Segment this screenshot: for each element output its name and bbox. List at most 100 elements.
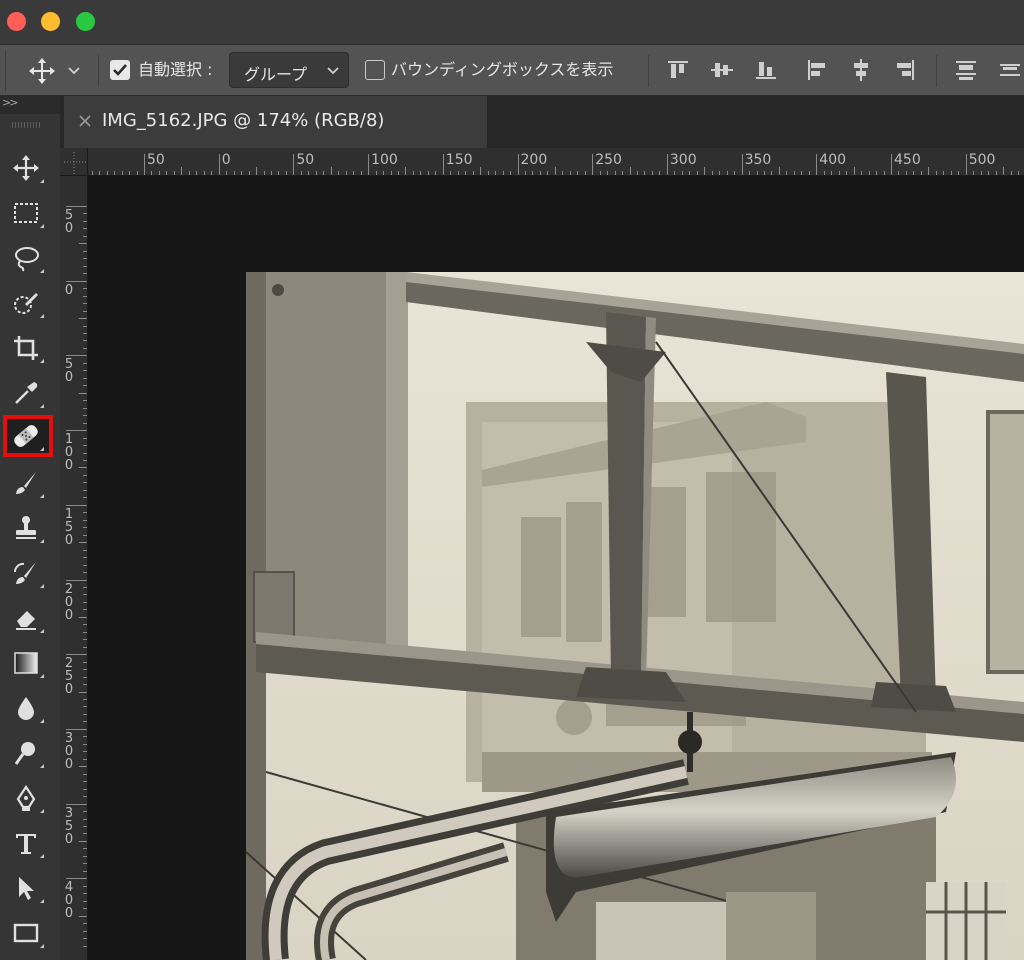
bandage-icon: [14, 425, 38, 447]
move-icon: [13, 155, 39, 181]
ruler-minor-tick: [704, 167, 706, 175]
ruler-v-label: 50: [64, 357, 74, 386]
ruler-major-tick: [66, 430, 87, 432]
ruler-minor-tick: [928, 167, 930, 175]
ruler-v-label: 0: [64, 282, 74, 298]
ruler-origin[interactable]: [60, 148, 88, 176]
ruler-major-tick: [965, 154, 967, 175]
rectangle-tool[interactable]: [4, 913, 52, 953]
ruler-major-tick: [66, 206, 87, 207]
show-bounding-box-checkbox[interactable]: [365, 60, 385, 80]
ruler-major-tick: [66, 579, 87, 581]
align-horizontal-center-icon[interactable]: [847, 56, 875, 84]
ruler-minor-tick: [853, 167, 855, 175]
distribute-vertical-center-icon[interactable]: [996, 56, 1024, 84]
horizontal-ruler[interactable]: 50 0 50 100 150 200 250 300 350 400 450 500: [88, 148, 1024, 176]
ruler-v-label: 50: [64, 208, 74, 236]
tool-preset-chevron-down-icon[interactable]: [66, 63, 82, 79]
clone-stamp-tool[interactable]: [4, 508, 52, 548]
ruler-minor-tick: [256, 167, 258, 175]
align-vertical-center-icon[interactable]: [708, 56, 736, 84]
align-bottom-icon[interactable]: [752, 56, 780, 84]
vertical-ruler[interactable]: 50 0 50 100 150 200 250 300 350 400: [60, 176, 88, 960]
quick-selection-tool[interactable]: [4, 283, 52, 323]
ruler-h-label: 200: [520, 152, 548, 168]
zoom-window-button[interactable]: [76, 12, 95, 31]
canvas-area: 50 0 50 100 150 200 250 300 350 400 450 500 5005010…: [60, 148, 1024, 960]
checkmark-icon: [113, 64, 127, 76]
close-icon[interactable]: [74, 110, 96, 132]
ruler-major-tick: [66, 728, 87, 730]
gradient-tool[interactable]: [4, 643, 52, 683]
auto-select-checkbox[interactable]: [110, 60, 130, 80]
healing-brush-tool[interactable]: [3, 415, 53, 457]
marquee-tool[interactable]: [4, 193, 52, 233]
ruler-minor-tick: [554, 167, 556, 175]
options-separator: [936, 55, 937, 87]
pen-tool[interactable]: [4, 778, 52, 818]
collapse-panel-icon[interactable]: >>: [2, 96, 19, 109]
show-bounding-box-label: バウンディングボックスを表示: [391, 60, 614, 79]
align-right-icon[interactable]: [891, 56, 919, 84]
dodge-tool[interactable]: [4, 733, 52, 773]
auto-select-target-dropdown[interactable]: グループ: [229, 52, 349, 88]
rectangular-marquee-icon: [14, 203, 38, 223]
ruler-h-label: 100: [371, 152, 398, 168]
lasso-tool[interactable]: [4, 238, 52, 278]
gradient-icon: [14, 652, 38, 674]
eraser-tool[interactable]: [4, 598, 52, 638]
ruler-major-tick: [741, 154, 743, 175]
crop-tool[interactable]: [4, 328, 52, 368]
stamp-icon: [16, 516, 36, 539]
document-tab[interactable]: IMG_5162.JPG @ 174% (RGB/8): [64, 96, 488, 148]
lasso-icon: [15, 247, 39, 272]
eyedropper-tool[interactable]: [4, 373, 52, 413]
move-icon[interactable]: [28, 57, 56, 85]
ruler-major-tick: [66, 504, 87, 506]
ruler-major-tick: [66, 803, 87, 805]
document-tab-title: IMG_5162.JPG @ 174% (RGB/8): [102, 110, 385, 131]
tools-panel-grip[interactable]: [12, 122, 42, 128]
type-tool[interactable]: [4, 823, 52, 863]
ruler-h-label: 300: [669, 152, 697, 168]
ruler-major-tick: [891, 154, 892, 175]
distribute-top-icon[interactable]: [952, 56, 980, 84]
eraser-icon: [16, 611, 36, 630]
move-tool[interactable]: [4, 148, 52, 188]
ruler-v-label: 300: [64, 730, 74, 772]
ruler-h-label: 250: [595, 152, 622, 168]
ruler-v-label: 400: [64, 880, 74, 922]
close-window-button[interactable]: [7, 12, 26, 31]
options-bar-grip[interactable]: [0, 51, 6, 91]
eyedropper-icon: [15, 382, 38, 404]
ruler-v-label: 250: [64, 656, 74, 698]
ruler-h-label: 400: [819, 152, 847, 168]
history-brush-tool[interactable]: [4, 553, 52, 593]
align-top-icon[interactable]: [664, 56, 692, 84]
brush-tool[interactable]: [4, 463, 52, 503]
path-selection-tool[interactable]: [4, 868, 52, 908]
ruler-major-tick: [666, 154, 668, 175]
brush-icon: [16, 472, 36, 494]
ruler-major-tick: [517, 154, 519, 175]
align-left-icon[interactable]: [803, 56, 831, 84]
ruler-minor-tick: [330, 167, 332, 175]
tools-panel-header[interactable]: >>: [0, 96, 60, 114]
ruler-major-tick: [66, 878, 87, 880]
ruler-minor-tick: [629, 167, 631, 175]
ruler-major-tick: [66, 355, 87, 357]
ruler-minor-tick: [1003, 167, 1005, 175]
blur-drop-icon: [18, 697, 34, 720]
ruler-minor-tick: [405, 167, 407, 175]
pasteboard[interactable]: [88, 176, 1024, 960]
minimize-window-button[interactable]: [41, 12, 60, 31]
ruler-h-label: 50: [147, 152, 165, 168]
document-photo[interactable]: [246, 272, 1024, 960]
history-brush-icon: [13, 562, 36, 584]
ruler-h-label: 350: [744, 152, 772, 168]
pen-icon: [16, 785, 36, 811]
document-tab-bar: IMG_5162.JPG @ 174% (RGB/8): [60, 96, 1024, 148]
ruler-major-tick: [816, 154, 818, 175]
type-icon: [16, 834, 36, 854]
blur-tool[interactable]: [4, 688, 52, 728]
